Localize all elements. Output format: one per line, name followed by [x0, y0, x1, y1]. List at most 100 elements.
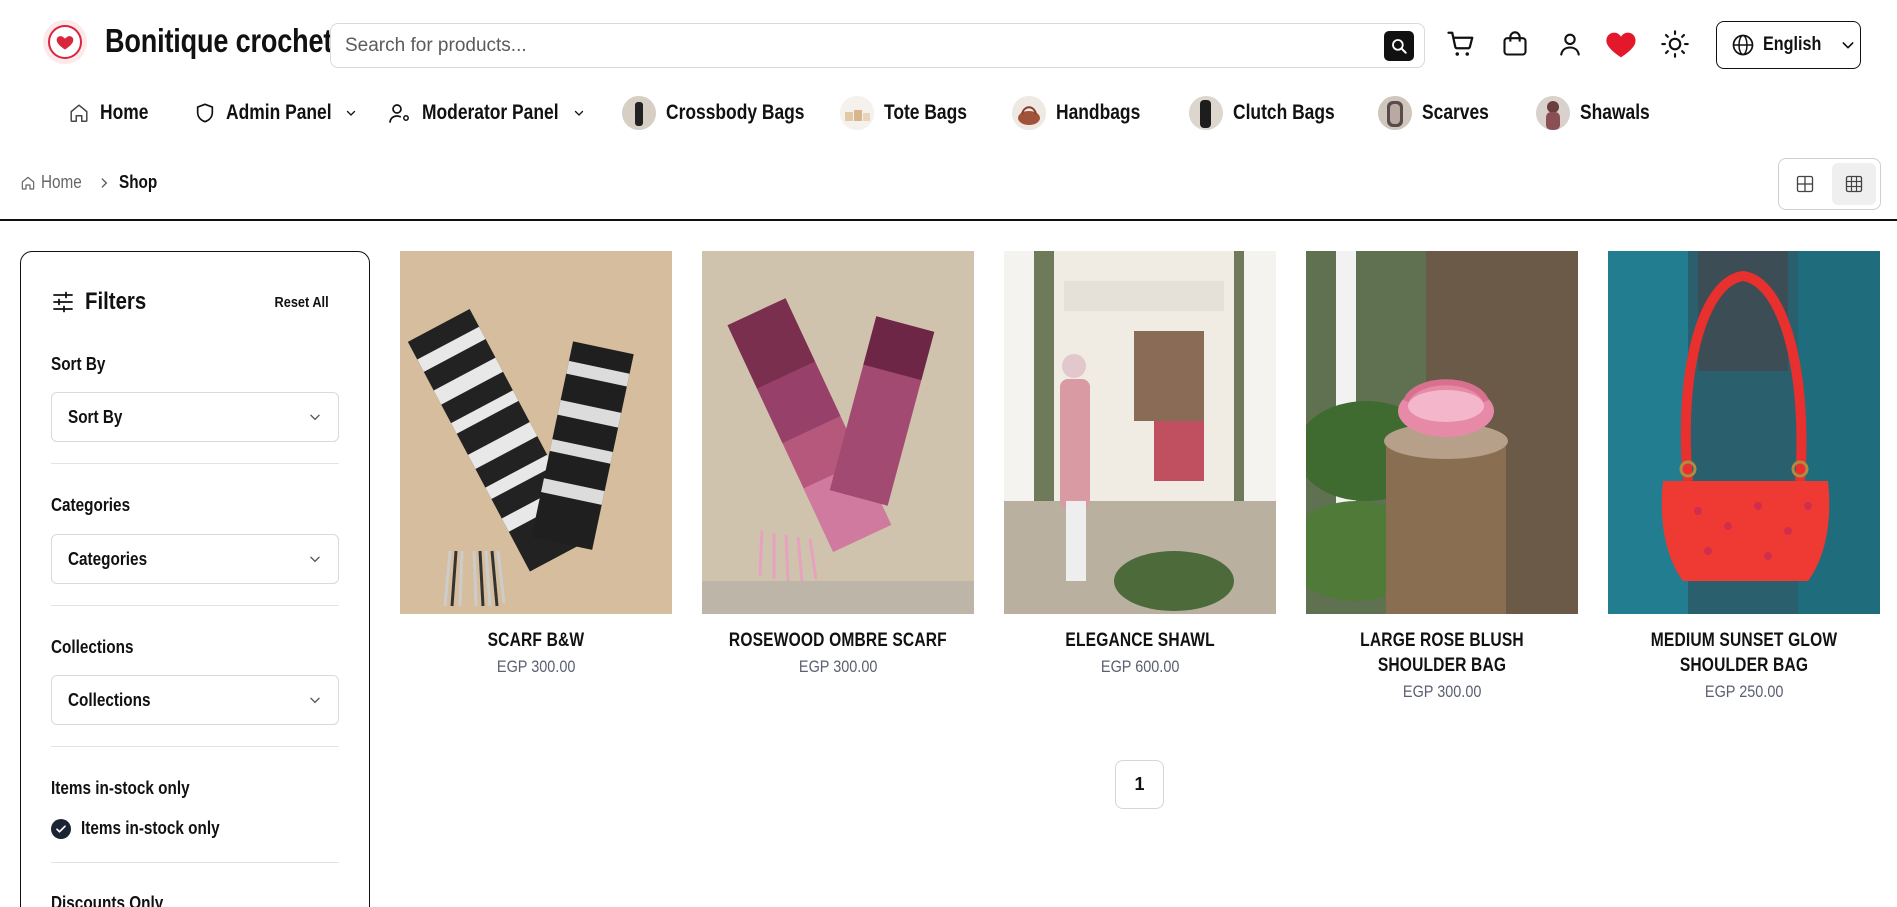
product-card[interactable]: ROSEWOOD OMBRE SCARF EGP 300.00 — [702, 251, 974, 677]
shopping-bag-icon — [1503, 31, 1527, 56]
nav-item-label: Clutch Bags — [1233, 101, 1335, 124]
nav-item-moderator-panel[interactable]: Moderator Panel — [388, 92, 585, 134]
account-button[interactable] — [1553, 27, 1587, 61]
nav-item-admin-panel[interactable]: Admin Panel — [194, 92, 357, 134]
breadcrumb: Home Shop — [20, 172, 164, 193]
nav-item-shawals[interactable]: Shawals — [1536, 92, 1664, 134]
search-bar — [330, 23, 1425, 68]
nav-item-scarves[interactable]: Scarves — [1378, 92, 1503, 134]
nav-item-label: Handbags — [1056, 101, 1141, 124]
sort-by-value: Sort By — [68, 406, 123, 427]
nav-item-label: Tote Bags — [884, 101, 967, 124]
product-image[interactable] — [702, 251, 974, 614]
divider — [51, 463, 339, 464]
nav-item-label: Admin Panel — [226, 101, 332, 124]
categories-select[interactable]: Categories — [51, 534, 339, 584]
nav-item-label: Moderator Panel — [422, 101, 559, 124]
product-card[interactable]: LARGE ROSE BLUSH SHOULDER BAG EGP 300.00 — [1306, 251, 1578, 702]
breadcrumb-home-label: Home — [41, 172, 82, 192]
divider — [51, 746, 339, 747]
stock-label: Items in-stock only — [51, 778, 190, 798]
chevron-down-icon — [1842, 42, 1854, 49]
nav-item-clutch-bags[interactable]: Clutch Bags — [1189, 92, 1356, 134]
language-label: English — [1763, 34, 1822, 55]
brand-logo[interactable] — [43, 20, 87, 64]
theme-toggle[interactable] — [1658, 27, 1692, 61]
cart-icon — [1447, 31, 1474, 56]
in-stock-checkbox[interactable]: Items in-stock only — [51, 818, 244, 839]
nav-item-label: Crossbody Bags — [666, 101, 805, 124]
collections-value: Collections — [68, 689, 151, 710]
product-card[interactable]: SCARF B&W EGP 300.00 — [400, 251, 672, 677]
product-name[interactable]: ROSEWOOD OMBRE SCARF — [702, 628, 974, 653]
wishlist-button[interactable] — [1604, 27, 1638, 61]
categories-value: Categories — [68, 548, 148, 569]
checkbox-checked[interactable] — [51, 818, 71, 839]
view-toggle — [1778, 158, 1881, 210]
check-icon — [56, 824, 66, 833]
nav-item-tote-bags[interactable]: Tote Bags — [840, 92, 984, 134]
product-price: EGP 250.00 — [1704, 682, 1784, 701]
brand-name[interactable]: Bonitique crochet — [105, 22, 332, 60]
product-image[interactable] — [400, 251, 672, 614]
nav-item-label: Scarves — [1422, 101, 1489, 124]
chevron-down-icon — [310, 556, 320, 563]
reset-all-button[interactable]: Reset All — [275, 294, 329, 311]
chevron-down-icon — [310, 697, 320, 704]
category-thumbnail — [1378, 96, 1412, 130]
filters-panel: Filters Reset All Sort By Sort By Catego… — [20, 251, 370, 907]
nav-item-home[interactable]: Home — [68, 92, 158, 134]
grid-2-view-button[interactable] — [1783, 163, 1828, 205]
product-name[interactable]: MEDIUM SUNSET GLOW SHOULDER BAG — [1608, 628, 1880, 678]
globe-icon — [1732, 34, 1754, 56]
product-card[interactable]: ELEGANCE SHAWL EGP 600.00 — [1004, 251, 1276, 677]
grid-icon — [1797, 175, 1814, 193]
breadcrumb-home[interactable]: Home — [20, 172, 89, 193]
product-card[interactable]: MEDIUM SUNSET GLOW SHOULDER BAG EGP 250.… — [1608, 251, 1880, 702]
category-thumbnail — [622, 96, 656, 130]
chevron-down-icon — [347, 110, 356, 116]
chevron-down-icon — [574, 110, 583, 116]
collections-label: Collections — [51, 637, 134, 657]
categories-label: Categories — [51, 495, 131, 515]
breadcrumb-current: Shop — [119, 172, 158, 192]
nav-item-label: Home — [100, 101, 149, 124]
shield-icon — [196, 103, 214, 123]
grid-3-view-button[interactable] — [1831, 163, 1876, 205]
discounts-label: Discounts Only — [51, 893, 164, 907]
user-cog-icon — [389, 104, 409, 123]
search-button[interactable] — [1384, 31, 1414, 61]
product-price: EGP 300.00 — [1402, 682, 1482, 701]
pagination-page-1[interactable]: 1 — [1115, 760, 1164, 809]
product-name[interactable]: SCARF B&W — [400, 628, 672, 653]
category-thumbnail — [1189, 96, 1223, 130]
product-name[interactable]: LARGE ROSE BLUSH SHOULDER BAG — [1306, 628, 1578, 678]
grid-dense-icon — [1845, 175, 1862, 193]
user-icon — [1560, 33, 1580, 56]
product-image[interactable] — [1306, 251, 1578, 614]
header-divider — [0, 219, 1897, 221]
nav-item-crossbody-bags[interactable]: Crossbody Bags — [622, 92, 833, 134]
home-icon — [70, 104, 88, 122]
product-price: EGP 600.00 — [1100, 657, 1180, 676]
nav-item-handbags[interactable]: Handbags — [1012, 92, 1158, 134]
product-image[interactable] — [1608, 251, 1880, 614]
orders-button[interactable] — [1498, 27, 1532, 61]
category-thumbnail — [840, 96, 874, 130]
cart-button[interactable] — [1444, 27, 1478, 61]
divider — [51, 862, 339, 863]
collections-select[interactable]: Collections — [51, 675, 339, 725]
category-thumbnail — [1536, 96, 1570, 130]
search-input[interactable] — [345, 24, 1345, 67]
divider — [51, 605, 339, 606]
chevron-down-icon — [310, 414, 320, 421]
category-thumbnail — [1012, 96, 1046, 130]
filters-title-label: Filters — [85, 288, 147, 315]
sort-by-select[interactable]: Sort By — [51, 392, 339, 442]
home-icon — [21, 176, 35, 190]
heart-icon — [1606, 32, 1636, 58]
product-name[interactable]: ELEGANCE SHAWL — [1004, 628, 1276, 653]
heart-logo-icon — [56, 36, 74, 50]
language-selector[interactable]: English — [1716, 21, 1861, 69]
product-image[interactable] — [1004, 251, 1276, 614]
